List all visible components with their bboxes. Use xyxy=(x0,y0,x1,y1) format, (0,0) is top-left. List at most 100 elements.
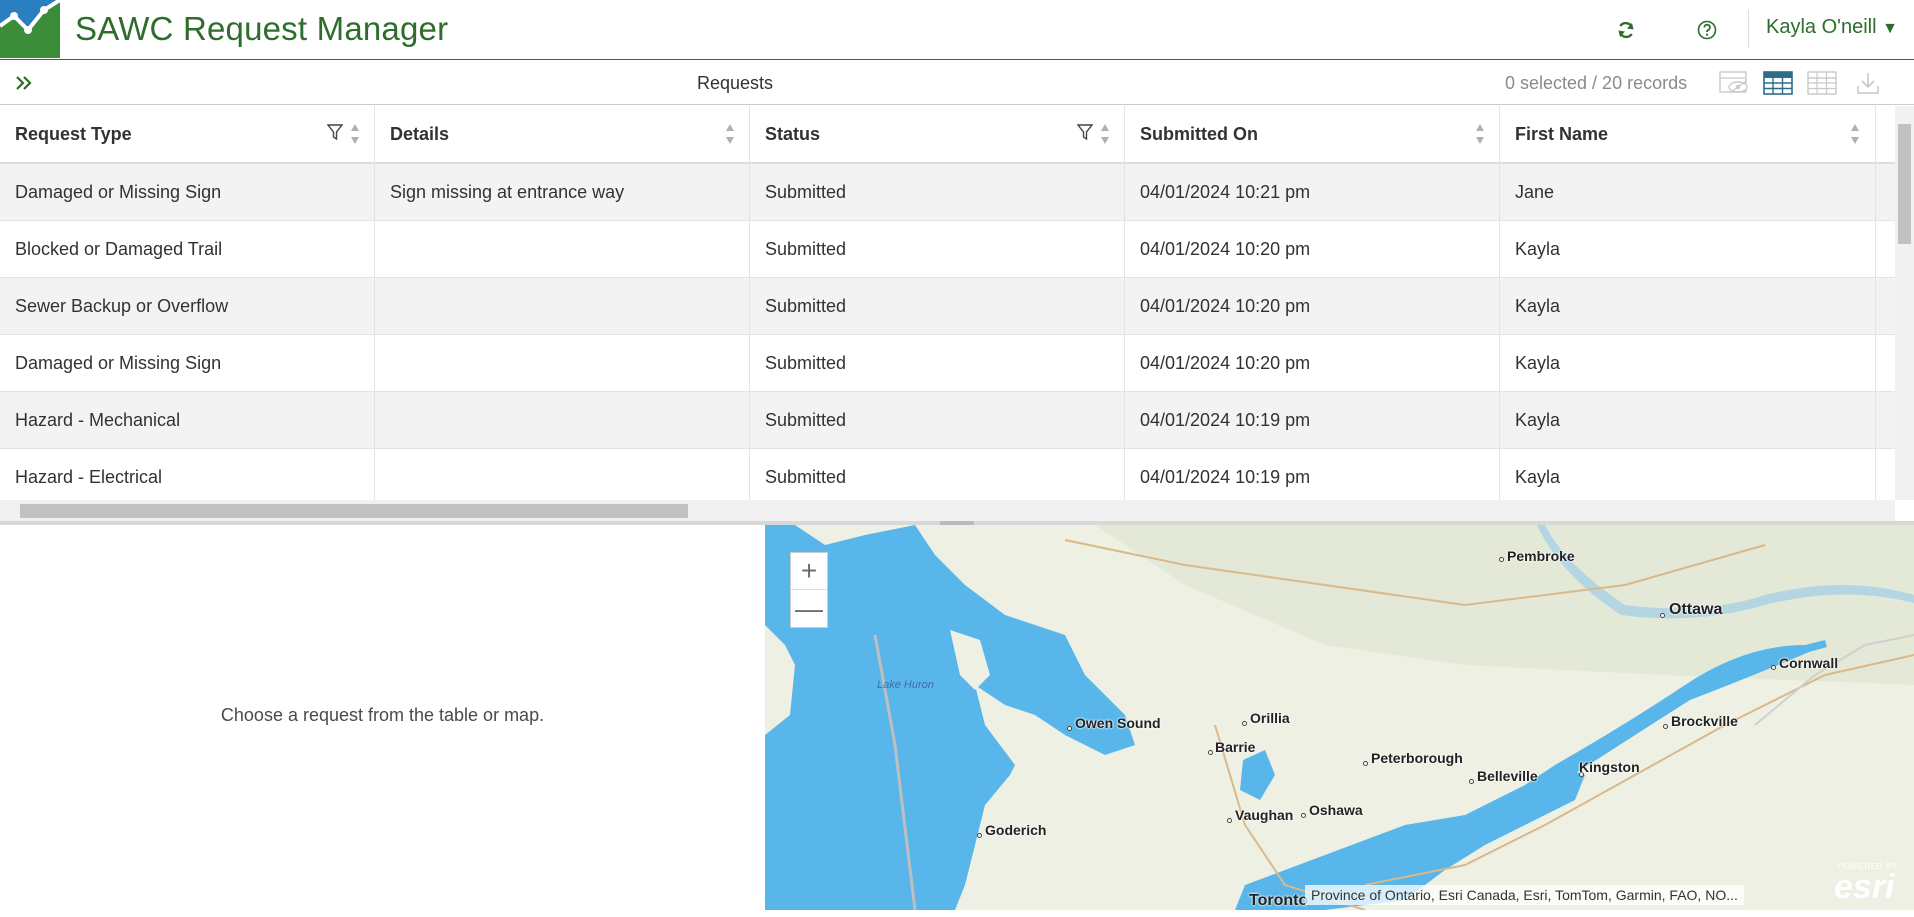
cell-request-type: Damaged or Missing Sign xyxy=(0,335,375,391)
cell-details xyxy=(375,278,750,334)
zoom-control: + — xyxy=(790,552,828,628)
city-marker xyxy=(1660,613,1665,618)
scrollbar-thumb[interactable] xyxy=(1898,124,1911,244)
refresh-icon[interactable] xyxy=(1614,18,1638,42)
table-row[interactable]: Hazard - Mechanical Submitted 04/01/2024… xyxy=(0,392,1895,449)
selection-count: 0 selected / 20 records xyxy=(1505,73,1688,93)
column-header-details[interactable]: Details xyxy=(375,106,750,164)
app-header: SAWC Request Manager Kayla O'neill ▼ xyxy=(0,0,1914,60)
column-label: First Name xyxy=(1515,124,1609,144)
city-label: Vaughan xyxy=(1235,807,1294,823)
lake-label: Lake Huron xyxy=(877,679,934,691)
filter-icon[interactable] xyxy=(326,123,344,141)
download-icon[interactable] xyxy=(1852,67,1884,99)
city-label: Belleville xyxy=(1477,768,1538,784)
column-header-status[interactable]: Status xyxy=(750,106,1125,164)
cell-request-type: Hazard - Mechanical xyxy=(0,392,375,448)
city-marker xyxy=(1771,665,1776,670)
cell-details xyxy=(375,221,750,277)
zoom-in-button[interactable]: + xyxy=(791,553,827,590)
cell-details xyxy=(375,449,750,500)
city-marker xyxy=(1242,721,1247,726)
cell-submitted-on: 04/01/2024 10:19 pm xyxy=(1125,449,1500,500)
cell-first-name: Kayla xyxy=(1500,335,1876,391)
city-label: Goderich xyxy=(985,822,1047,838)
column-label: Submitted On xyxy=(1140,124,1258,144)
cell-first-name: Kayla xyxy=(1500,221,1876,277)
city-marker xyxy=(977,833,982,838)
cell-status: Submitted xyxy=(750,449,1125,500)
table-title: Requests xyxy=(696,73,774,93)
city-label: Ottawa xyxy=(1669,601,1723,618)
column-label: Status xyxy=(765,124,821,144)
app-logo-icon xyxy=(0,0,60,58)
table-row[interactable]: Hazard - Electrical Submitted 04/01/2024… xyxy=(0,449,1895,500)
cell-status: Submitted xyxy=(750,164,1125,220)
cell-status: Submitted xyxy=(750,392,1125,448)
cell-details xyxy=(375,392,750,448)
app-title: SAWC Request Manager xyxy=(75,10,449,47)
table-vertical-scrollbar[interactable] xyxy=(1895,106,1914,500)
table-body: Damaged or Missing Sign Sign missing at … xyxy=(0,164,1895,500)
cell-submitted-on: 04/01/2024 10:20 pm xyxy=(1125,278,1500,334)
city-marker xyxy=(1469,779,1474,784)
details-panel: Choose a request from the table or map. xyxy=(0,525,765,917)
cell-details: Sign missing at entrance way xyxy=(375,164,750,220)
city-marker xyxy=(1067,726,1072,731)
cell-first-name: Kayla xyxy=(1500,449,1876,500)
basemap xyxy=(765,525,1914,910)
cell-first-name: Kayla xyxy=(1500,278,1876,334)
sort-icon[interactable] xyxy=(1474,120,1486,148)
table-header: Request Type Details Status Submitted On… xyxy=(0,106,1895,164)
city-label: Peterborough xyxy=(1371,750,1463,766)
filter-icon[interactable] xyxy=(1076,123,1094,141)
cell-request-type: Sewer Backup or Overflow xyxy=(0,278,375,334)
table-row[interactable]: Blocked or Damaged Trail Submitted 04/01… xyxy=(0,221,1895,278)
city-label: Barrie xyxy=(1215,739,1256,755)
column-header-submitted-on[interactable]: Submitted On xyxy=(1125,106,1500,164)
city-label: Pembroke xyxy=(1507,548,1575,564)
table-row[interactable]: Damaged or Missing Sign Sign missing at … xyxy=(0,164,1895,221)
sort-icon[interactable] xyxy=(1849,120,1861,148)
zoom-out-button[interactable]: — xyxy=(791,590,827,627)
show-selected-icon[interactable] xyxy=(1718,67,1750,99)
column-label: Request Type xyxy=(15,124,132,144)
column-header-request-type[interactable]: Request Type xyxy=(0,106,375,164)
header-separator xyxy=(1748,10,1749,48)
cell-status: Submitted xyxy=(750,335,1125,391)
column-header-first-name[interactable]: First Name xyxy=(1500,106,1876,164)
city-label: Toronto xyxy=(1249,892,1309,909)
table-row[interactable]: Damaged or Missing Sign Submitted 04/01/… xyxy=(0,335,1895,392)
city-marker xyxy=(1208,750,1213,755)
sort-icon[interactable] xyxy=(724,120,736,148)
table-options-icon[interactable] xyxy=(1806,67,1838,99)
cell-submitted-on: 04/01/2024 10:20 pm xyxy=(1125,335,1500,391)
table-icon[interactable] xyxy=(1762,67,1794,99)
map-view[interactable]: + — Lake Huron Pembroke Ottawa Cornwall … xyxy=(765,525,1914,910)
esri-logo[interactable]: POWERED BY esri xyxy=(1828,862,1906,906)
cell-first-name: Kayla xyxy=(1500,392,1876,448)
cell-first-name: Jane xyxy=(1500,164,1876,220)
help-icon[interactable] xyxy=(1695,18,1719,42)
sort-icon[interactable] xyxy=(1099,120,1111,148)
cell-submitted-on: 04/01/2024 10:21 pm xyxy=(1125,164,1500,220)
city-marker xyxy=(1363,761,1368,766)
scrollbar-thumb[interactable] xyxy=(20,504,688,518)
cell-status: Submitted xyxy=(750,221,1125,277)
table-horizontal-scrollbar[interactable] xyxy=(0,500,1895,521)
cell-status: Submitted xyxy=(750,278,1125,334)
cell-submitted-on: 04/01/2024 10:20 pm xyxy=(1125,221,1500,277)
city-label: Owen Sound xyxy=(1075,715,1161,731)
city-label: Cornwall xyxy=(1779,655,1839,671)
table-toolbar: Requests 0 selected / 20 records xyxy=(0,61,1914,105)
map-attribution[interactable]: Province of Ontario, Esri Canada, Esri, … xyxy=(1305,885,1744,905)
cell-request-type: Damaged or Missing Sign xyxy=(0,164,375,220)
user-menu[interactable]: Kayla O'neill ▼ xyxy=(1766,16,1898,39)
city-marker xyxy=(1663,724,1668,729)
cell-details xyxy=(375,335,750,391)
city-label: Oshawa xyxy=(1309,802,1363,818)
sort-icon[interactable] xyxy=(349,120,361,148)
city-label: Brockville xyxy=(1671,713,1738,729)
city-label: Orillia xyxy=(1250,710,1290,726)
table-row[interactable]: Sewer Backup or Overflow Submitted 04/01… xyxy=(0,278,1895,335)
